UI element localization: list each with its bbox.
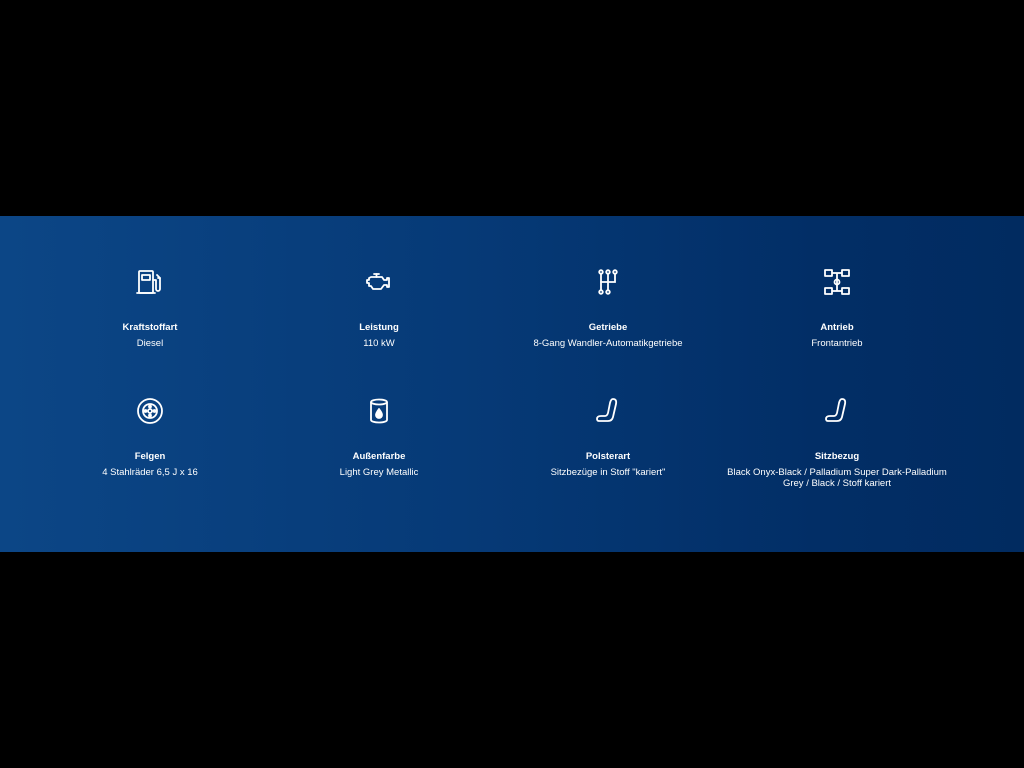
spec-value: 4 Stahlräder 6,5 J x 16	[102, 467, 198, 478]
spec-label: Sitzbezug	[814, 451, 860, 462]
fuel-pump-icon	[134, 266, 166, 298]
spec-label: Leistung	[359, 322, 399, 333]
spec-drive: Antrieb Frontantrieb	[722, 266, 952, 349]
spec-value: Sitzbezüge in Stoff "kariert"	[550, 467, 666, 478]
spec-value: Light Grey Metallic	[339, 467, 419, 478]
spec-value: Diesel	[136, 338, 164, 349]
spec-power: Leistung 110 kW	[264, 266, 494, 349]
spec-label: Außenfarbe	[352, 451, 406, 462]
engine-icon	[363, 266, 395, 298]
wheel-rim-icon	[134, 395, 166, 427]
spec-label: Getriebe	[588, 322, 628, 333]
spec-label: Kraftstoffart	[122, 322, 178, 333]
drivetrain-icon	[821, 266, 853, 298]
spec-transmission: Getriebe 8-Gang Wandler-Automatikgetrieb…	[493, 266, 723, 349]
spec-label: Antrieb	[820, 322, 854, 333]
seat-icon	[592, 395, 624, 427]
spec-fuel-type: Kraftstoffart Diesel	[35, 266, 265, 349]
spec-value: Black Onyx-Black / Palladium Super Dark-…	[727, 467, 947, 489]
spec-rims: Felgen 4 Stahlräder 6,5 J x 16	[35, 395, 265, 478]
spec-seat-cover: Sitzbezug Black Onyx-Black / Palladium S…	[722, 395, 952, 489]
spec-label: Polsterart	[585, 451, 631, 462]
spec-label: Felgen	[134, 451, 166, 462]
spec-value: Frontantrieb	[811, 338, 863, 349]
spec-value: 8-Gang Wandler-Automatikgetriebe	[533, 338, 683, 349]
paint-can-icon	[363, 395, 395, 427]
spec-exterior-color: Außenfarbe Light Grey Metallic	[264, 395, 494, 478]
gear-shift-icon	[592, 266, 624, 298]
spec-upholstery: Polsterart Sitzbezüge in Stoff "kariert"	[493, 395, 723, 478]
spec-value: 110 kW	[363, 338, 395, 349]
seat-icon	[821, 395, 853, 427]
